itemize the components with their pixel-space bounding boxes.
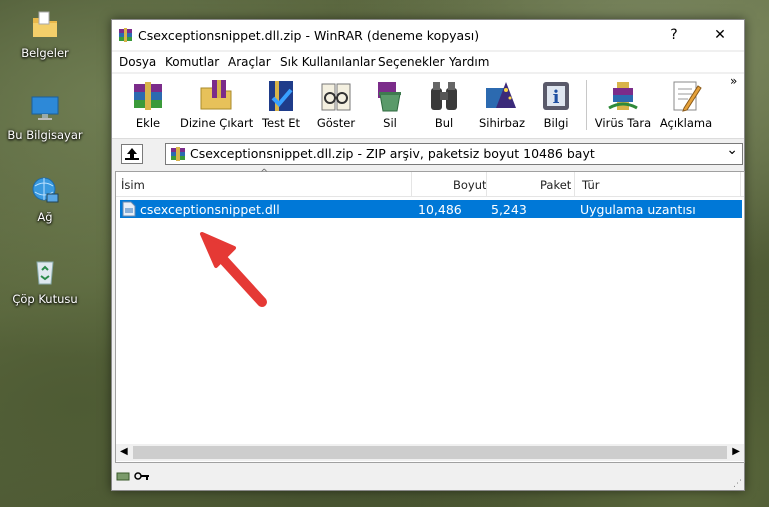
resize-grip-icon[interactable]: ⋰: [733, 479, 742, 489]
delete-button[interactable]: Sil: [372, 78, 408, 134]
title-bar[interactable]: Csexceptionsnippet.dll.zip - WinRAR (den…: [112, 20, 744, 50]
sort-indicator-icon: ^: [260, 168, 269, 179]
extract-to-button[interactable]: Dizine Çıkart: [180, 78, 253, 134]
column-header-packed[interactable]: Paket: [540, 178, 571, 192]
horizontal-scrollbar[interactable]: ◀ ▶: [116, 444, 744, 461]
menu-bar: Dosya Komutlar Araçlar Sık Kullanılanlar…: [112, 52, 744, 72]
table-row[interactable]: csexceptionsnippet.dll 10,486 5,243 Uygu…: [120, 200, 742, 218]
file-name: csexceptionsnippet.dll: [140, 202, 280, 217]
find-icon: [426, 78, 462, 114]
up-arrow-icon: [125, 148, 139, 160]
add-archive-icon: [130, 78, 166, 114]
zip-archive-icon: [171, 147, 185, 161]
scroll-right-icon[interactable]: ▶: [732, 446, 740, 457]
scroll-thumb[interactable]: [133, 446, 727, 459]
up-folder-button[interactable]: [121, 144, 143, 164]
comment-icon: [668, 78, 704, 114]
menu-favorites[interactable]: Sık Kullanılanlar: [280, 55, 375, 69]
file-size: 10,486: [418, 202, 462, 217]
computer-icon: [29, 92, 61, 124]
desktop-icon-label: Çöp Kutusu: [12, 292, 78, 306]
svg-text:i: i: [553, 87, 560, 108]
menu-help[interactable]: Yardım: [449, 55, 489, 69]
winrar-app-icon: [118, 27, 133, 42]
toolbar-separator: [586, 80, 587, 130]
info-icon: i: [538, 78, 574, 114]
scroll-left-icon[interactable]: ◀: [120, 446, 128, 457]
list-header: ^ İsim Boyut Paket Tür: [116, 168, 744, 197]
close-button[interactable]: ✕: [698, 20, 742, 50]
toolbar-overflow-button[interactable]: »: [730, 74, 737, 88]
view-icon: [318, 78, 354, 114]
desktop-icon-label: Ağ: [37, 210, 53, 224]
red-arrow-annotation-icon: [200, 232, 267, 307]
path-text: Csexceptionsnippet.dll.zip - ZIP arşiv, …: [190, 146, 595, 161]
view-button[interactable]: Göster: [314, 78, 358, 134]
virus-scan-button[interactable]: Virüs Tara: [594, 78, 652, 134]
toolbar: Ekle Dizine Çıkart Test Et Göster Sil Bu…: [112, 74, 744, 139]
desktop-icon-recycle-bin[interactable]: Çöp Kutusu: [4, 256, 86, 306]
find-button[interactable]: Bul: [424, 78, 464, 134]
comment-button[interactable]: Açıklama: [658, 78, 714, 134]
test-button[interactable]: Test Et: [260, 78, 302, 134]
menu-commands[interactable]: Komutlar: [165, 55, 219, 69]
extract-to-icon: [198, 78, 234, 114]
desktop-icon-network[interactable]: Ağ: [4, 174, 86, 224]
column-header-name[interactable]: İsim: [121, 178, 145, 192]
menu-tools[interactable]: Araçlar: [228, 55, 271, 69]
desktop-icon-label: Bu Bilgisayar: [7, 128, 83, 142]
drive-icon: [116, 472, 130, 481]
key-lock-icon: [134, 472, 149, 480]
dll-file-icon: [122, 201, 136, 217]
menu-file[interactable]: Dosya: [119, 55, 156, 69]
path-combobox[interactable]: Csexceptionsnippet.dll.zip - ZIP arşiv, …: [165, 142, 743, 165]
menu-options[interactable]: Seçenekler: [378, 55, 445, 69]
wizard-button[interactable]: Sihirbaz: [476, 78, 528, 134]
file-type: Uygulama uzantısı: [580, 202, 696, 217]
network-globe-icon: [29, 174, 61, 206]
test-icon: [263, 78, 299, 114]
chevron-down-icon[interactable]: ⌄: [726, 142, 738, 158]
column-header-type[interactable]: Tür: [582, 178, 599, 192]
desktop-icon-documents[interactable]: Belgeler: [4, 10, 86, 60]
info-button[interactable]: i Bilgi: [536, 78, 576, 134]
virus-scan-icon: [605, 78, 641, 114]
wizard-icon: [484, 78, 520, 114]
address-bar: Csexceptionsnippet.dll.zip - ZIP arşiv, …: [112, 140, 744, 168]
column-header-size[interactable]: Boyut: [453, 178, 487, 192]
window-title: Csexceptionsnippet.dll.zip - WinRAR (den…: [138, 28, 480, 43]
desktop-icon-this-pc[interactable]: Bu Bilgisayar: [4, 92, 86, 142]
folder-icon: [29, 10, 61, 42]
add-button[interactable]: Ekle: [124, 78, 172, 134]
file-packed: 5,243: [491, 202, 527, 217]
file-list: ^ İsim Boyut Paket Tür csexceptionsnippe…: [115, 168, 745, 463]
desktop-icon-label: Belgeler: [21, 46, 69, 60]
status-bar: ⋰: [112, 466, 744, 490]
delete-icon: [372, 78, 408, 114]
help-button[interactable]: ?: [652, 20, 696, 50]
recycle-bin-icon: [29, 256, 61, 288]
